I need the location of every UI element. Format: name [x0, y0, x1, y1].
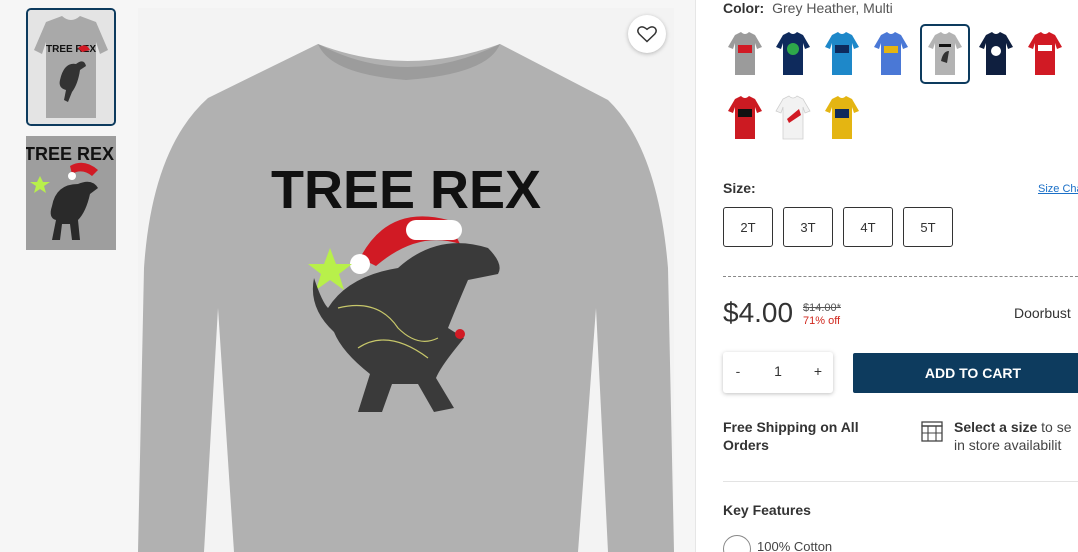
shirt-swatch-icon	[825, 32, 859, 75]
quantity-stepper: - 1 +	[723, 352, 833, 393]
cotton-icon	[723, 535, 751, 552]
thumbnail-print-detail-image: TREE REX	[26, 136, 116, 250]
color-swatch-8[interactable]	[723, 91, 767, 145]
features-divider	[723, 481, 1078, 482]
color-swatch-4[interactable]	[869, 27, 913, 81]
main-product-image: TREE REX	[138, 8, 674, 552]
key-features-title[interactable]: Key Features	[723, 502, 811, 518]
color-swatch-10[interactable]	[820, 91, 864, 145]
free-shipping-text: Free Shipping on All Orders	[723, 419, 859, 453]
color-swatch-9[interactable]	[771, 91, 815, 145]
section-divider	[723, 276, 1078, 277]
store-icon-svg	[921, 421, 943, 442]
thumbnail-front[interactable]: TREE REX	[26, 8, 116, 126]
shirt-swatch-icon	[728, 32, 762, 75]
thumbnail-print-detail-print-text: TREE REX	[26, 144, 114, 164]
store-icon	[920, 421, 944, 443]
color-swatch-2[interactable]	[771, 27, 815, 81]
favorite-button[interactable]	[628, 15, 666, 53]
add-to-cart-button[interactable]: ADD TO CART	[853, 353, 1078, 393]
main-product-image-svg: TREE REX	[138, 8, 674, 552]
sale-price: $4.00	[723, 297, 794, 328]
percent-off: 71% off	[803, 315, 841, 327]
heart-icon	[637, 26, 657, 43]
quantity-increase-button[interactable]: +	[811, 363, 825, 379]
color-swatch-1[interactable]	[723, 27, 767, 81]
size-option-5t[interactable]: 5T	[903, 207, 953, 247]
store-availability-text: Select a size to se in store availabilit	[954, 418, 1078, 454]
shirt-swatch-icon	[775, 95, 811, 140]
shirt-swatch-icon	[979, 32, 1013, 75]
shirt-swatch-icon	[825, 96, 859, 139]
size-option-4t[interactable]: 4T	[843, 207, 893, 247]
original-price: $14.00*	[803, 302, 841, 314]
feature-cotton: 100% Cotton	[757, 539, 833, 552]
product-details-panel: Color: Grey Heather, Multi Size: Size Ch…	[695, 0, 1078, 552]
size-option-3t[interactable]: 3T	[783, 207, 833, 247]
shirt-swatch-icon	[776, 32, 810, 75]
shirt-swatch-icon	[874, 32, 908, 75]
store-availability-bold[interactable]: Select a size	[954, 419, 1037, 435]
thumbnail-print-detail[interactable]: TREE REX	[26, 136, 116, 250]
shirt-swatch-icon	[928, 32, 962, 75]
image-gallery: TREE REX TREE REX TREE REX	[0, 0, 695, 552]
color-swatch-3[interactable]	[820, 27, 864, 81]
doorbuster-badge: Doorbust	[1014, 305, 1071, 321]
shirt-swatch-icon	[1028, 32, 1062, 75]
main-image-print-text: TREE REX	[271, 160, 541, 220]
size-label: Size:	[723, 180, 756, 196]
color-value: Grey Heather, Multi	[772, 0, 893, 16]
quantity-decrease-button[interactable]: -	[731, 363, 745, 379]
quantity-value[interactable]: 1	[768, 363, 788, 379]
color-swatch-7[interactable]	[1023, 27, 1067, 81]
store-availability-rest: to se	[1037, 419, 1072, 435]
color-selection-line: Color: Grey Heather, Multi	[723, 0, 893, 16]
color-swatch-6[interactable]	[974, 27, 1018, 81]
store-availability-line2: in store availabilit	[954, 437, 1062, 453]
color-label: Color:	[723, 0, 765, 16]
size-chart-link[interactable]: Size Cha	[1038, 183, 1078, 195]
thumbnail-front-image: TREE REX	[28, 10, 114, 124]
size-option-2t[interactable]: 2T	[723, 207, 773, 247]
color-swatch-5-selected[interactable]	[920, 24, 970, 84]
shirt-swatch-icon	[728, 96, 762, 139]
